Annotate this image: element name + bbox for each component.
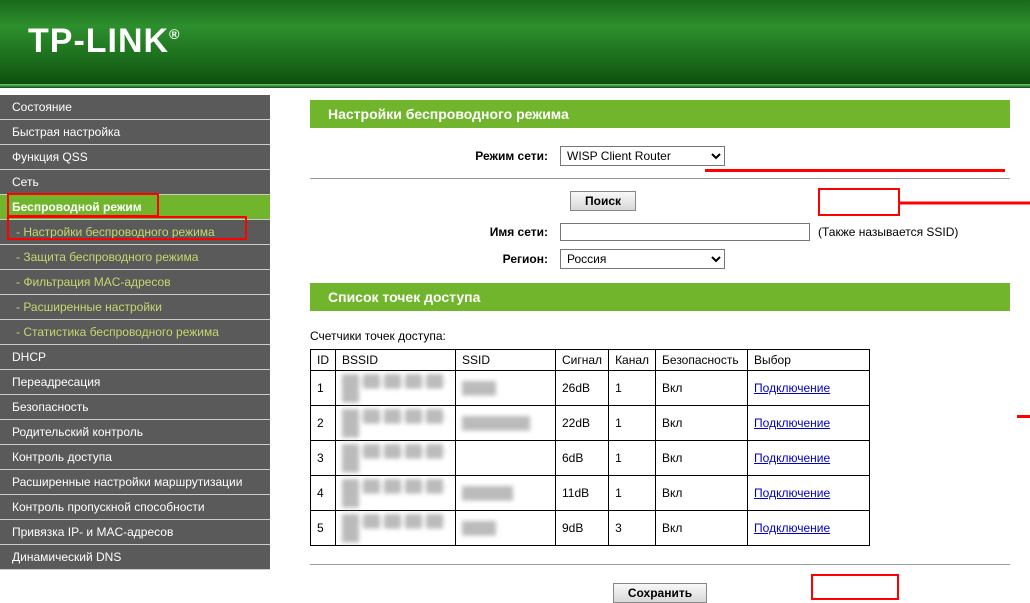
cell-security: Вкл xyxy=(656,371,748,406)
connect-link[interactable]: Подключение xyxy=(754,486,830,500)
cell-ssid: ████ xyxy=(456,511,556,546)
cell-ssid: ████████ xyxy=(456,406,556,441)
sidebar-item[interactable]: Сеть xyxy=(0,170,270,195)
th-signal: Сигнал xyxy=(556,350,609,371)
label-ssid: Имя сети: xyxy=(410,225,560,239)
cell-signal: 26dB xyxy=(556,371,609,406)
ap-counter-label: Счетчики точек доступа: xyxy=(310,329,1010,343)
main-content: Настройки беспроводного режима Режим сет… xyxy=(270,90,1030,600)
section-title-aplist: Список точек доступа xyxy=(310,283,1010,311)
cell-bssid: ██-██-██-██-██-██ xyxy=(336,511,456,546)
sidebar-item[interactable]: Расширенные настройки маршрутизации xyxy=(0,470,270,495)
cell-connect: Подключение xyxy=(748,441,870,476)
table-row: 2██-██-██-██-██-██████████22dB1Вкл Подклю… xyxy=(311,406,870,441)
sidebar-subitem[interactable]: - Фильтрация MAC-адресов xyxy=(0,270,270,295)
logo: TP-LINK® xyxy=(0,0,1030,61)
sidebar-subitem[interactable]: - Защита беспроводного режима xyxy=(0,245,270,270)
label-region: Регион: xyxy=(410,252,560,266)
cell-security: Вкл xyxy=(656,476,748,511)
annotation-underline-connect xyxy=(1017,415,1030,418)
sidebar-item[interactable]: Быстрая настройка xyxy=(0,120,270,145)
sidebar-item[interactable]: Переадресация xyxy=(0,370,270,395)
cell-id: 5 xyxy=(311,511,336,546)
sidebar-item[interactable]: Беспроводной режим xyxy=(0,195,270,220)
cell-signal: 6dB xyxy=(556,441,609,476)
cell-channel: 3 xyxy=(609,511,656,546)
input-ssid[interactable] xyxy=(560,223,810,241)
cell-connect: Подключение xyxy=(748,511,870,546)
sidebar: СостояниеБыстрая настройкаФункция QSSСет… xyxy=(0,90,270,600)
cell-bssid: ██-██-██-██-██-██ xyxy=(336,406,456,441)
divider xyxy=(310,564,1010,565)
cell-signal: 11dB xyxy=(556,476,609,511)
cell-connect: Подключение xyxy=(748,371,870,406)
sidebar-subitem[interactable]: - Настройки беспроводного режима xyxy=(0,220,270,245)
cell-channel: 1 xyxy=(609,476,656,511)
header: TP-LINK® xyxy=(0,0,1030,90)
cell-security: Вкл xyxy=(656,406,748,441)
cell-channel: 1 xyxy=(609,441,656,476)
cell-bssid: ██-██-██-██-██-██ xyxy=(336,371,456,406)
th-bssid: BSSID xyxy=(336,350,456,371)
cell-ssid: ████ xyxy=(456,371,556,406)
cell-connect: Подключение xyxy=(748,406,870,441)
sidebar-subitem[interactable]: - Статистика беспроводного режима xyxy=(0,320,270,345)
search-button[interactable]: Поиск xyxy=(570,191,636,211)
cell-security: Вкл xyxy=(656,441,748,476)
cell-bssid: ██-██-██-██-██-██ xyxy=(336,441,456,476)
th-ssid: SSID xyxy=(456,350,556,371)
cell-bssid: ██-██-██-██-██-██ xyxy=(336,476,456,511)
select-mode[interactable]: WISP Client Router xyxy=(560,146,725,166)
sidebar-item[interactable]: Безопасность xyxy=(0,395,270,420)
section-title-wireless: Настройки беспроводного режима xyxy=(310,100,1010,128)
cell-connect: Подключение xyxy=(748,476,870,511)
table-row: 5██-██-██-██-██-██████9dB3Вкл Подключение xyxy=(311,511,870,546)
table-header-row: ID BSSID SSID Сигнал Канал Безопасность … xyxy=(311,350,870,371)
cell-id: 2 xyxy=(311,406,336,441)
connect-link[interactable]: Подключение xyxy=(754,521,830,535)
th-choice: Выбор xyxy=(748,350,870,371)
annotation-box-save xyxy=(811,574,899,600)
cell-ssid: ██████ xyxy=(456,476,556,511)
cell-id: 1 xyxy=(311,371,336,406)
connect-link[interactable]: Подключение xyxy=(754,416,830,430)
table-row: 3██-██-██-██-██-██ 6dB1Вкл Подключение xyxy=(311,441,870,476)
sidebar-item[interactable]: Динамический DNS xyxy=(0,545,270,570)
table-row: 4██-██-██-██-██-████████11dB1Вкл Подключе… xyxy=(311,476,870,511)
label-mode: Режим сети: xyxy=(410,149,560,163)
sidebar-subitem[interactable]: - Расширенные настройки xyxy=(0,295,270,320)
cell-channel: 1 xyxy=(609,406,656,441)
th-channel: Канал xyxy=(609,350,656,371)
cell-signal: 9dB xyxy=(556,511,609,546)
cell-signal: 22dB xyxy=(556,406,609,441)
th-id: ID xyxy=(311,350,336,371)
cell-id: 3 xyxy=(311,441,336,476)
th-security: Безопасность xyxy=(656,350,748,371)
ssid-hint: (Также называется SSID) xyxy=(818,225,958,239)
ap-table: ID BSSID SSID Сигнал Канал Безопасность … xyxy=(310,349,870,546)
save-button[interactable]: Сохранить xyxy=(613,583,707,603)
table-row: 1██-██-██-██-██-██████26dB1ВклПодключени… xyxy=(311,371,870,406)
cell-id: 4 xyxy=(311,476,336,511)
sidebar-item[interactable]: Привязка IP- и MAC-адресов xyxy=(0,520,270,545)
cell-security: Вкл xyxy=(656,511,748,546)
connect-link[interactable]: Подключение xyxy=(754,381,830,395)
divider xyxy=(310,178,1010,179)
annotation-box-search xyxy=(818,188,900,216)
select-region[interactable]: Россия xyxy=(560,249,725,269)
sidebar-item[interactable]: Родительский контроль xyxy=(0,420,270,445)
sidebar-item[interactable]: Состояние xyxy=(0,95,270,120)
sidebar-item[interactable]: Контроль пропускной способности xyxy=(0,495,270,520)
connect-link[interactable]: Подключение xyxy=(754,451,830,465)
annotation-underline-mode xyxy=(705,169,1005,172)
sidebar-item[interactable]: Контроль доступа xyxy=(0,445,270,470)
cell-channel: 1 xyxy=(609,371,656,406)
sidebar-item[interactable]: DHCP xyxy=(0,345,270,370)
cell-ssid xyxy=(456,441,556,476)
sidebar-item[interactable]: Функция QSS xyxy=(0,145,270,170)
